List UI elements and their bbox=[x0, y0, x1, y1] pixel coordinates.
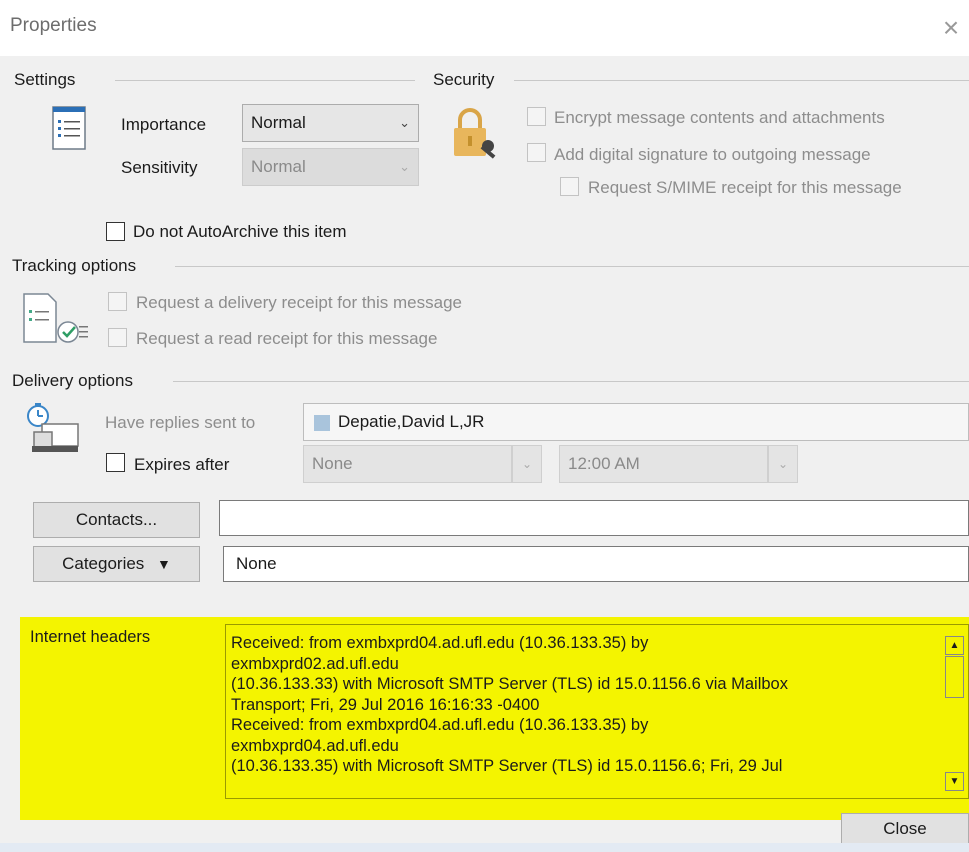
sensitivity-value: Normal bbox=[251, 157, 306, 176]
headers-scrollbar[interactable]: ▲ ▼ bbox=[943, 624, 967, 799]
settings-divider bbox=[115, 80, 415, 81]
expires-date-value: None bbox=[312, 454, 353, 473]
chevron-down-icon: ⌄ bbox=[399, 115, 410, 130]
read-receipt-checkbox[interactable] bbox=[108, 328, 127, 347]
contact-card-icon bbox=[314, 415, 330, 431]
dropdown-arrow-icon: ▼ bbox=[157, 556, 171, 572]
header-line: (10.36.133.35) with Microsoft SMTP Serve… bbox=[231, 757, 783, 775]
chevron-down-icon: ⌄ bbox=[777, 457, 789, 471]
expires-date-dropdown[interactable]: ⌄ bbox=[512, 445, 542, 483]
tracking-divider bbox=[175, 266, 969, 267]
delivery-timer-icon bbox=[24, 402, 90, 456]
contacts-field[interactable] bbox=[219, 500, 969, 536]
tracking-checklist-icon bbox=[22, 292, 92, 348]
delivery-divider bbox=[173, 381, 969, 382]
tracking-heading: Tracking options bbox=[12, 256, 137, 275]
sensitivity-select[interactable]: Normal ⌄ bbox=[242, 148, 419, 186]
expires-label: Expires after bbox=[134, 455, 230, 474]
internet-headers-label: Internet headers bbox=[30, 628, 151, 646]
digital-signature-label: Add digital signature to outgoing messag… bbox=[554, 145, 871, 164]
settings-heading: Settings bbox=[14, 70, 76, 89]
contacts-button[interactable]: Contacts... bbox=[33, 502, 200, 538]
dialog-title: Properties bbox=[10, 15, 97, 36]
properties-dialog: Properties × Settings Importance Normal … bbox=[0, 0, 969, 843]
delivery-heading: Delivery options bbox=[12, 371, 133, 390]
scroll-down-icon[interactable]: ▼ bbox=[945, 772, 964, 791]
replies-recipient-value: Depatie,David L,JR bbox=[338, 412, 485, 431]
importance-value: Normal bbox=[251, 113, 306, 132]
header-line: Received: from exmbxprd04.ad.ufl.edu (10… bbox=[231, 716, 649, 734]
header-line: Received: from exmbxprd04.ad.ufl.edu (10… bbox=[231, 634, 649, 652]
header-line: Transport; Fri, 29 Jul 2016 16:16:33 -04… bbox=[231, 695, 540, 714]
close-button-label: Close bbox=[883, 819, 927, 838]
encrypt-checkbox[interactable] bbox=[527, 107, 546, 126]
categories-field[interactable]: None bbox=[223, 546, 969, 582]
importance-label: Importance bbox=[121, 115, 207, 134]
autoarchive-label: Do not AutoArchive this item bbox=[133, 222, 347, 241]
header-line: exmbxprd04.ad.ufl.edu bbox=[231, 736, 399, 755]
title-bar: Properties × bbox=[0, 0, 969, 56]
categories-button-label: Categories bbox=[62, 554, 145, 573]
close-window-button[interactable]: × bbox=[935, 8, 967, 48]
scroll-up-icon[interactable]: ▲ bbox=[945, 636, 964, 655]
expires-time-field[interactable]: 12:00 AM bbox=[559, 445, 768, 483]
expires-time-dropdown[interactable]: ⌄ bbox=[768, 445, 798, 483]
security-divider bbox=[514, 80, 969, 81]
chevron-down-icon: ⌄ bbox=[399, 159, 410, 174]
importance-select[interactable]: Normal ⌄ bbox=[242, 104, 419, 142]
sensitivity-label: Sensitivity bbox=[121, 158, 198, 177]
read-receipt-label: Request a read receipt for this message bbox=[136, 329, 438, 348]
encrypt-label: Encrypt message contents and attachments bbox=[554, 108, 885, 127]
delivery-receipt-checkbox[interactable] bbox=[108, 292, 127, 311]
smime-receipt-checkbox[interactable] bbox=[560, 177, 579, 196]
expires-checkbox[interactable] bbox=[106, 453, 125, 472]
replies-label: Have replies sent to bbox=[105, 413, 256, 432]
internet-headers-textbox[interactable]: Received: from exmbxprd04.ad.ufl.edu (10… bbox=[225, 624, 969, 799]
expires-time-value: 12:00 AM bbox=[568, 454, 640, 473]
security-lock-key-icon bbox=[450, 106, 502, 164]
autoarchive-checkbox[interactable] bbox=[106, 222, 125, 241]
expires-date-field[interactable]: None bbox=[303, 445, 512, 483]
scroll-thumb[interactable] bbox=[945, 656, 964, 698]
settings-list-icon bbox=[52, 106, 86, 150]
contacts-button-label: Contacts... bbox=[75, 510, 158, 529]
close-button[interactable]: Close bbox=[841, 813, 969, 843]
smime-receipt-label: Request S/MIME receipt for this message bbox=[588, 178, 902, 197]
categories-value: None bbox=[236, 554, 277, 573]
digital-signature-checkbox[interactable] bbox=[527, 143, 546, 162]
internet-headers-panel: Internet headers Received: from exmbxprd… bbox=[20, 617, 969, 820]
categories-button[interactable]: Categories ▼ bbox=[33, 546, 200, 582]
replies-recipient-field[interactable]: Depatie,David L,JR bbox=[303, 403, 969, 441]
delivery-receipt-label: Request a delivery receipt for this mess… bbox=[136, 293, 462, 312]
security-heading: Security bbox=[433, 70, 495, 89]
chevron-down-icon: ⌄ bbox=[521, 457, 533, 471]
header-line: (10.36.133.33) with Microsoft SMTP Serve… bbox=[231, 675, 788, 693]
header-line: exmbxprd02.ad.ufl.edu bbox=[231, 654, 399, 673]
